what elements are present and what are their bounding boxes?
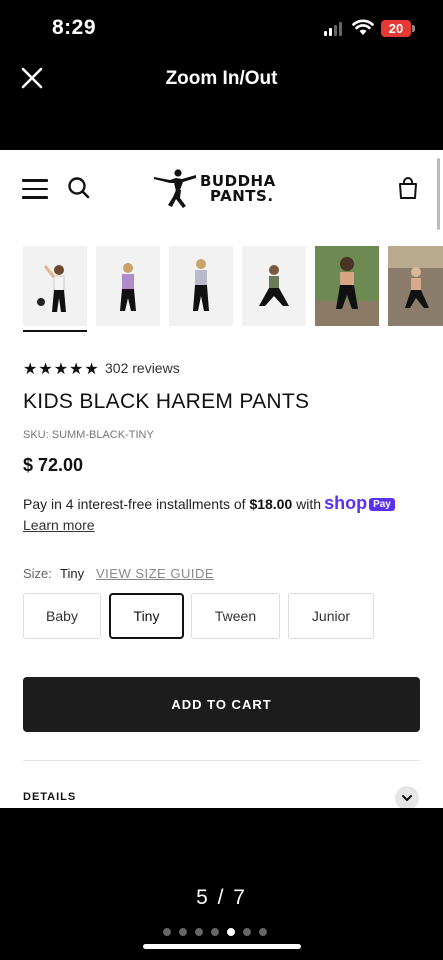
child-photo — [388, 246, 443, 326]
learn-more-link[interactable]: Learn more — [23, 517, 95, 533]
page-dot[interactable] — [243, 928, 251, 936]
size-option-baby[interactable]: Baby — [23, 593, 101, 639]
cart-bag-icon[interactable] — [397, 176, 419, 200]
product-sku: SKU: SUMM-BLACK-TINY — [23, 429, 154, 441]
size-selected-value: Tiny — [60, 566, 85, 581]
installments-text: Pay in 4 interest-free installments of $… — [23, 493, 395, 514]
wifi-icon — [352, 19, 374, 35]
page-dot[interactable] — [259, 928, 267, 936]
reviews-link[interactable]: 302 reviews — [105, 360, 180, 376]
search-icon[interactable] — [67, 176, 91, 200]
child-photo — [120, 263, 136, 311]
product-price: $ 72.00 — [23, 455, 84, 475]
viewer-header: Zoom In/Out — [0, 58, 443, 150]
add-to-cart-button[interactable]: ADD TO CART — [23, 677, 420, 732]
battery-icon: 20 — [381, 20, 415, 37]
scrollbar[interactable] — [437, 158, 440, 230]
status-time: 8:29 — [52, 16, 97, 39]
size-label: Size: — [23, 566, 52, 581]
divider — [23, 760, 420, 761]
product-title: KIDS BLACK HAREM PANTS — [23, 390, 310, 413]
child-photo — [315, 246, 379, 326]
size-option-tween[interactable]: Tween — [191, 593, 280, 639]
thumbnail-selected-indicator — [23, 330, 87, 332]
viewer-title: Zoom In/Out — [165, 68, 278, 89]
thumbnail-1[interactable] — [23, 246, 87, 326]
home-indicator[interactable] — [143, 944, 301, 949]
image-pager-count: 5 / 7 — [196, 886, 247, 909]
product-thumbnails — [23, 246, 443, 326]
meditating-figure-icon — [154, 169, 196, 208]
size-option-junior[interactable]: Junior — [288, 593, 374, 639]
page-dot[interactable] — [227, 928, 235, 936]
brand-wordmark: BUDDHA PANTS. — [200, 172, 276, 205]
signal-icon — [324, 22, 342, 36]
shop-pay-logo[interactable]: shop — [324, 493, 367, 513]
pay-badge: Pay — [369, 498, 395, 511]
thumbnail-2[interactable] — [96, 246, 160, 326]
child-photo — [37, 265, 66, 312]
page-dot[interactable] — [163, 928, 171, 936]
chevron-down-icon[interactable] — [395, 786, 419, 808]
thumbnail-4[interactable] — [242, 246, 306, 326]
child-photo — [259, 265, 289, 306]
page-indicator-dots[interactable] — [163, 928, 267, 936]
details-section-header[interactable]: DETAILS — [23, 791, 76, 803]
thumbnail-6[interactable] — [388, 246, 443, 326]
brand-logo[interactable]: BUDDHA PANTS. — [152, 168, 292, 210]
rating-stars: ★★★★★ — [23, 361, 100, 378]
page-dot[interactable] — [179, 928, 187, 936]
child-photo — [193, 259, 209, 311]
page-dot[interactable] — [195, 928, 203, 936]
thumbnail-3[interactable] — [169, 246, 233, 326]
status-bar: 8:29 20 — [0, 0, 443, 58]
page-dot[interactable] — [211, 928, 219, 936]
size-option-tiny[interactable]: Tiny — [109, 593, 184, 639]
zoomed-page[interactable]: BUDDHA PANTS. ★★★★★ 302 reviews KIDS BLA… — [0, 150, 443, 808]
menu-icon[interactable] — [22, 179, 48, 199]
thumbnail-5[interactable] — [315, 246, 379, 326]
size-guide-link[interactable]: VIEW SIZE GUIDE — [96, 566, 214, 581]
